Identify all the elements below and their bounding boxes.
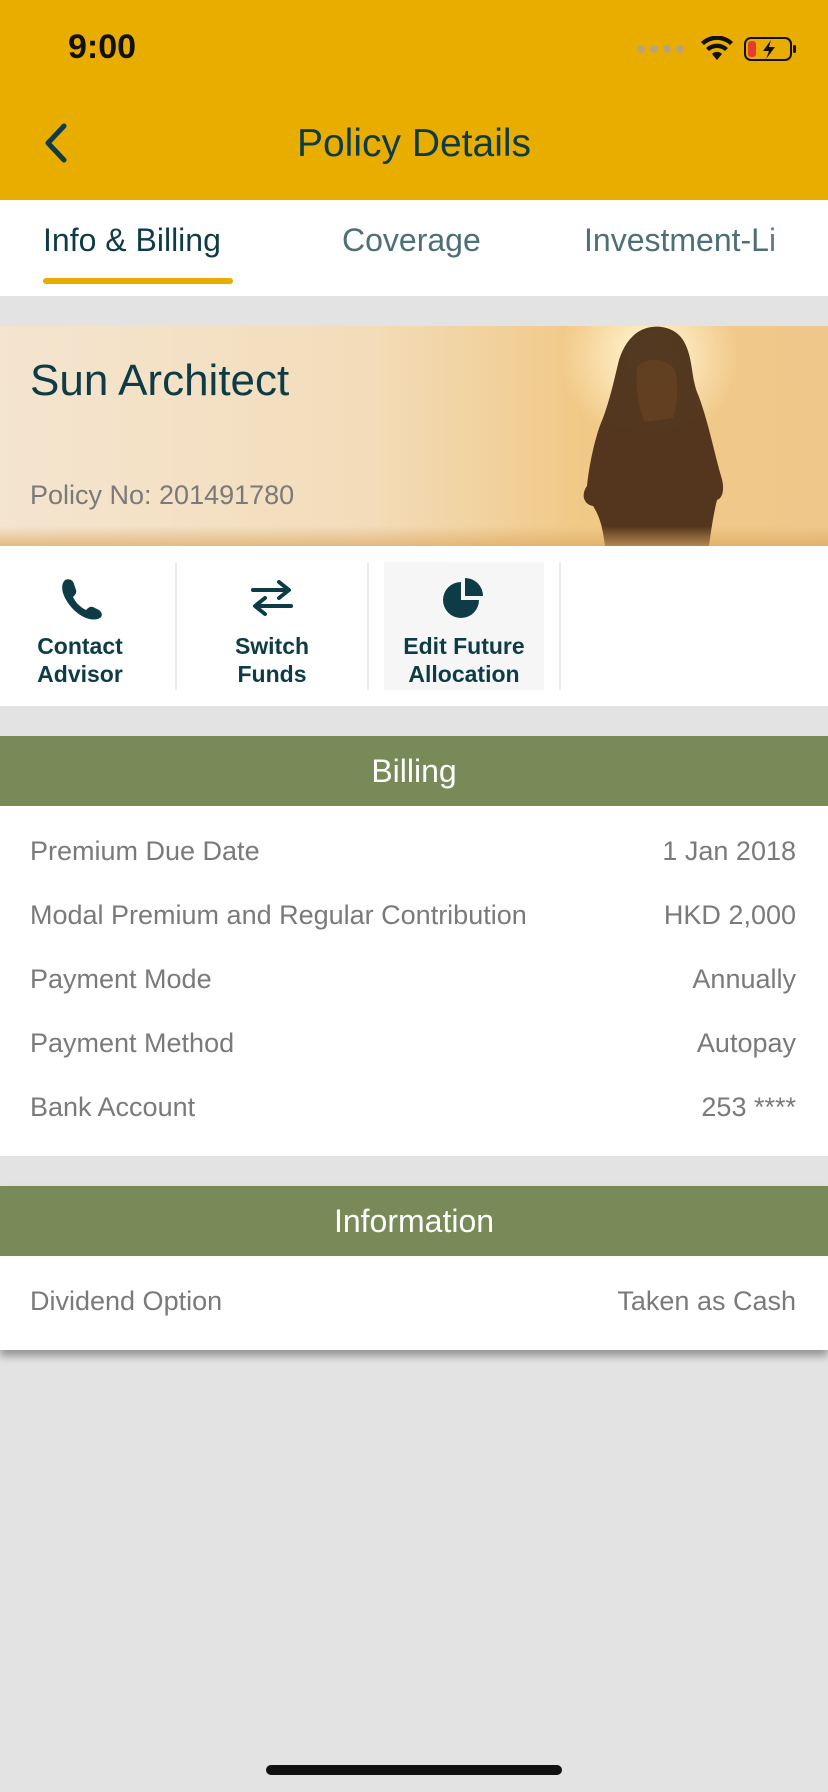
wifi-icon [701,36,733,60]
row-label: Payment Mode [30,964,212,994]
billing-heading: Billing [0,736,828,806]
list-item: Modal Premium and Regular Contribution H… [0,884,828,948]
battery-icon [744,37,796,61]
status-icons [637,34,798,64]
tab-overflow-fade [768,200,828,296]
divider [559,562,561,690]
signal-icon [637,45,684,53]
divider [175,562,177,690]
switch-funds-button[interactable]: Switch Funds [192,562,352,690]
row-label: Bank Account [30,1092,196,1122]
row-label: Payment Method [30,1028,235,1058]
active-tab-indicator [43,278,233,284]
divider [367,562,369,690]
tab-investment-linked[interactable]: Investment-Li [584,222,776,259]
row-value: 1 Jan 2018 [662,836,796,866]
list-item: Dividend Option Taken as Cash [0,1270,828,1334]
switch-arrows-icon [251,580,293,616]
row-label: Dividend Option [30,1286,223,1316]
list-item: Premium Due Date 1 Jan 2018 [0,820,828,884]
status-time: 9:00 [68,28,137,66]
list-item: Payment Method Autopay [0,1012,828,1076]
information-list: Dividend Option Taken as Cash [0,1256,828,1350]
row-value: Taken as Cash [617,1286,796,1316]
information-heading: Information [0,1186,828,1256]
app-header: 9:00 Policy Details [0,0,828,200]
billing-list: Premium Due Date 1 Jan 2018 Modal Premiu… [0,806,828,1156]
list-item: Bank Account 253 **** [0,1076,828,1140]
row-value: Annually [692,964,796,994]
quick-actions: Contact Advisor Switch Funds Edit Future… [0,546,828,706]
row-label: Premium Due Date [30,836,260,866]
contact-advisor-label: Contact Advisor [37,633,123,687]
contact-advisor-button[interactable]: Contact Advisor [0,562,160,690]
dune [0,526,828,546]
row-value: Autopay [696,1028,796,1058]
policy-name: Sun Architect [30,356,290,405]
tab-bar: Info & Billing Coverage Investment-Li [0,200,828,296]
list-item: Payment Mode Annually [0,948,828,1012]
policy-number: Policy No: 201491780 [30,480,295,510]
woman-silhouette-image [583,326,724,546]
phone-icon [62,579,102,620]
policy-banner: Sun Architect Policy No: 201491780 [0,326,828,546]
pie-chart-icon [443,578,483,618]
row-label: Modal Premium and Regular Contribution [30,900,527,930]
edit-future-allocation-label: Edit Future Allocation [403,633,525,687]
edit-future-allocation-button[interactable]: Edit Future Allocation [384,562,544,690]
tab-info-billing[interactable]: Info & Billing [43,222,221,259]
row-value: HKD 2,000 [663,900,796,930]
page-title: Policy Details [296,122,532,165]
home-indicator[interactable] [266,1765,562,1775]
tab-coverage[interactable]: Coverage [342,222,481,259]
switch-funds-label: Switch Funds [234,633,310,687]
row-value: 253 **** [701,1092,796,1122]
